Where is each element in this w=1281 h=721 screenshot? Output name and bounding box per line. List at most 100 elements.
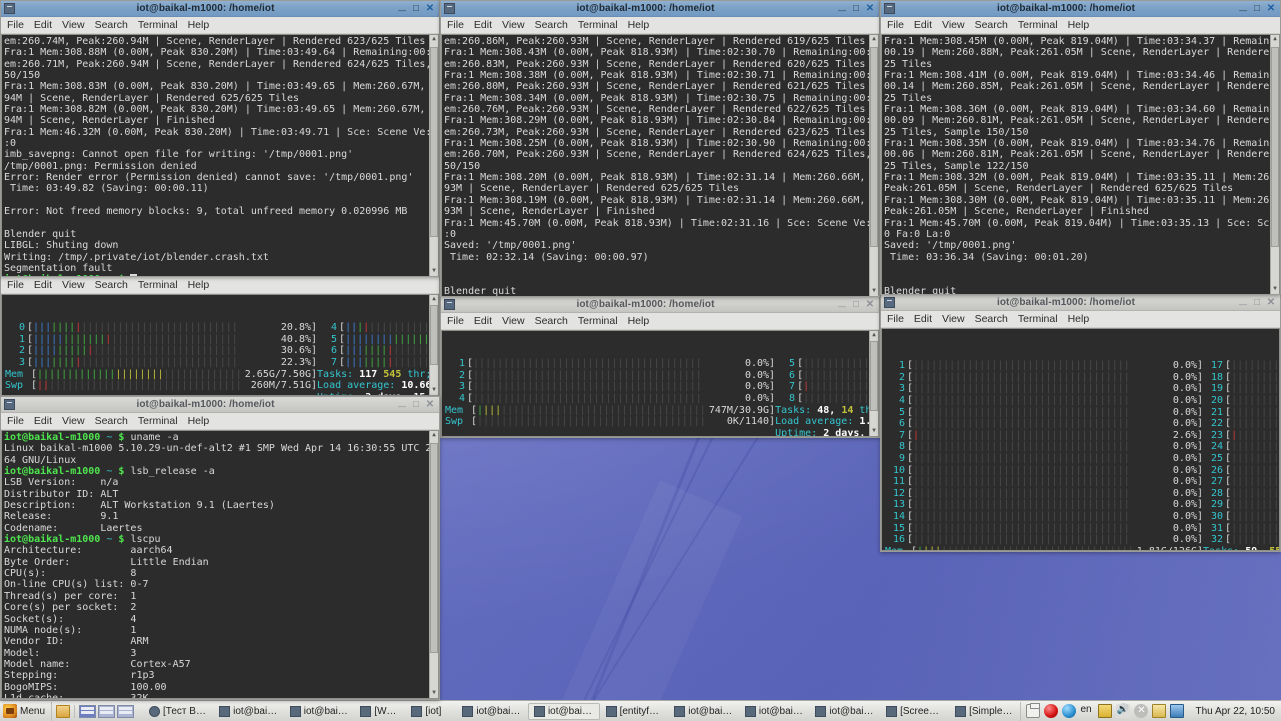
menu-terminal[interactable]: Terminal [138,19,178,31]
menu-terminal[interactable]: Terminal [1018,313,1058,325]
menu-file[interactable]: File [887,313,904,325]
menu-edit[interactable]: Edit [914,313,932,325]
menu-search[interactable]: Search [95,19,128,31]
taskbar-task[interactable]: [Тест Blen... [144,703,213,720]
terminal-output-blender-right[interactable]: Fra:1 Mem:308.45M (0.00M, Peak 819.04M) … [881,34,1280,294]
scroll-thumb[interactable] [430,443,438,653]
volume-icon[interactable]: 🔊 [1116,704,1131,718]
minimize-button[interactable] [396,3,408,15]
workspace-2[interactable] [98,704,116,718]
menu-view[interactable]: View [62,19,85,31]
scroll-up-arrow[interactable]: ▲ [430,431,438,440]
menu-search[interactable]: Search [975,313,1008,325]
menu-help[interactable]: Help [188,19,210,31]
window-buttons[interactable] [1237,297,1277,309]
clipboard-icon[interactable] [1152,704,1167,718]
window-blender-right[interactable]: iot@baikal-m1000: /home/iot File Edit Vi… [880,0,1281,295]
menubar-htop-sumireko[interactable]: File Edit View Search Terminal Help [441,313,879,330]
scroll-down-arrow[interactable]: ▼ [1271,285,1279,294]
window-blender-mid[interactable]: iot@baikal-m1000: /home/iot File Edit Vi… [440,0,880,297]
maximize-button[interactable] [1251,3,1263,15]
scroll-up-arrow[interactable]: ▲ [870,331,878,340]
window-htop-yukari[interactable]: iot@baikal-m1000: /home/iot File Edit Vi… [880,294,1281,552]
menu-view[interactable]: View [502,315,525,327]
scrollbar-htop-baikal[interactable]: ▲ ▼ [429,295,438,395]
scroll-up-arrow[interactable]: ▲ [430,35,438,44]
menubar-blender-left[interactable]: File Edit View Search Terminal Help [1,17,439,34]
scroll-thumb[interactable] [430,305,438,365]
menu-help[interactable]: Help [1068,19,1090,31]
taskbar-task[interactable]: iot@baikal... [740,703,810,720]
system-tray[interactable]: en 🔊 ✕ [1020,701,1189,721]
terminal-output-blender-left[interactable]: em:260.74M, Peak:260.94M | Scene, Render… [1,34,439,276]
record-icon[interactable] [1044,704,1059,718]
menu-help[interactable]: Help [1068,313,1090,325]
taskbar-task[interactable]: iot@baikal... [457,703,527,720]
window-sysinfo-terminal[interactable]: iot@baikal-m1000: /home/iot File Edit Vi… [0,396,440,700]
network-icon[interactable] [1170,704,1185,718]
minimize-button[interactable] [836,3,848,15]
taskbar-task[interactable]: iot@baikal... [214,703,284,720]
close-button[interactable] [1265,297,1277,309]
close-button[interactable] [864,3,876,15]
menu-file[interactable]: File [447,19,464,31]
keyboard-layout-indicator[interactable]: en [1080,704,1094,718]
terminal-output-blender-mid[interactable]: em:260.86M, Peak:260.93M | Scene, Render… [441,34,879,296]
maximize-button[interactable] [1251,297,1263,309]
printer-icon[interactable] [1026,703,1041,718]
menu-edit[interactable]: Edit [914,19,932,31]
scrollbar-blender-left[interactable]: ▲ ▼ [429,35,438,276]
menu-edit[interactable]: Edit [34,415,52,427]
menu-file[interactable]: File [7,279,24,291]
menu-help[interactable]: Help [628,19,650,31]
taskbar-task[interactable]: iot@baikal... [285,703,355,720]
terminal-output-sysinfo[interactable]: iot@baikal-m1000 ~ $ uname -a Linux baik… [1,430,439,699]
close-button[interactable] [1265,3,1277,15]
taskbar-task[interactable]: [Screensh... [881,703,949,720]
taskbar-task[interactable]: iot@baikal... [810,703,880,720]
window-htop-sumireko[interactable]: iot@baikal-m1000: /home/iot File Edit Vi… [440,296,880,438]
window-buttons[interactable] [836,3,876,15]
menu-search[interactable]: Search [975,19,1008,31]
scroll-thumb[interactable] [870,341,878,411]
menu-file[interactable]: File [887,19,904,31]
menu-view[interactable]: View [942,313,965,325]
menu-terminal[interactable]: Terminal [1018,19,1058,31]
menu-terminal[interactable]: Terminal [138,415,178,427]
menubar-blender-mid[interactable]: File Edit View Search Terminal Help [441,17,879,34]
close-button[interactable] [424,399,436,411]
scroll-thumb[interactable] [430,47,438,237]
menu-view[interactable]: View [62,415,85,427]
scroll-up-arrow[interactable]: ▲ [870,35,878,44]
scroll-down-arrow[interactable]: ▼ [430,267,438,276]
window-blender-left[interactable]: iot@baikal-m1000: /home/iot File Edit Vi… [0,0,440,277]
menu-terminal[interactable]: Terminal [578,315,618,327]
menu-file[interactable]: File [447,315,464,327]
scroll-up-arrow[interactable]: ▲ [1271,35,1279,44]
scroll-thumb[interactable] [870,47,878,247]
window-htop-baikal[interactable]: File Edit View Search Terminal Help 0[||… [0,276,440,396]
menubar-sysinfo[interactable]: File Edit View Search Terminal Help [1,413,439,430]
maximize-button[interactable] [410,3,422,15]
file-manager-icon[interactable] [56,704,71,718]
window-buttons[interactable] [396,399,436,411]
maximize-button[interactable] [850,299,862,311]
taskbar-task[interactable]: iot@baikal... [527,702,600,720]
scrollbar-htop-sumireko[interactable]: ▲ ▼ [869,331,878,436]
minimize-button[interactable] [836,299,848,311]
scrollbar-blender-right[interactable]: ▲ ▼ [1270,35,1279,294]
taskbar-task[interactable]: [SimpleScr... [950,703,1020,720]
window-buttons[interactable] [396,3,436,15]
scroll-down-arrow[interactable]: ▼ [870,287,878,296]
titlebar-htop-sumireko[interactable]: iot@baikal-m1000: /home/iot [441,297,879,313]
menu-edit[interactable]: Edit [474,315,492,327]
taskbar-task[interactable]: [iot] [406,703,456,720]
maximize-button[interactable] [410,399,422,411]
close-button[interactable] [864,299,876,311]
window-buttons[interactable] [836,299,876,311]
menu-file[interactable]: File [7,19,24,31]
scrollbar-sysinfo[interactable]: ▲ ▼ [429,431,438,698]
window-buttons[interactable] [1237,3,1277,15]
menubar-htop-baikal[interactable]: File Edit View Search Terminal Help [1,277,439,294]
menubar-htop-yukari[interactable]: File Edit View Search Terminal Help [881,311,1280,328]
